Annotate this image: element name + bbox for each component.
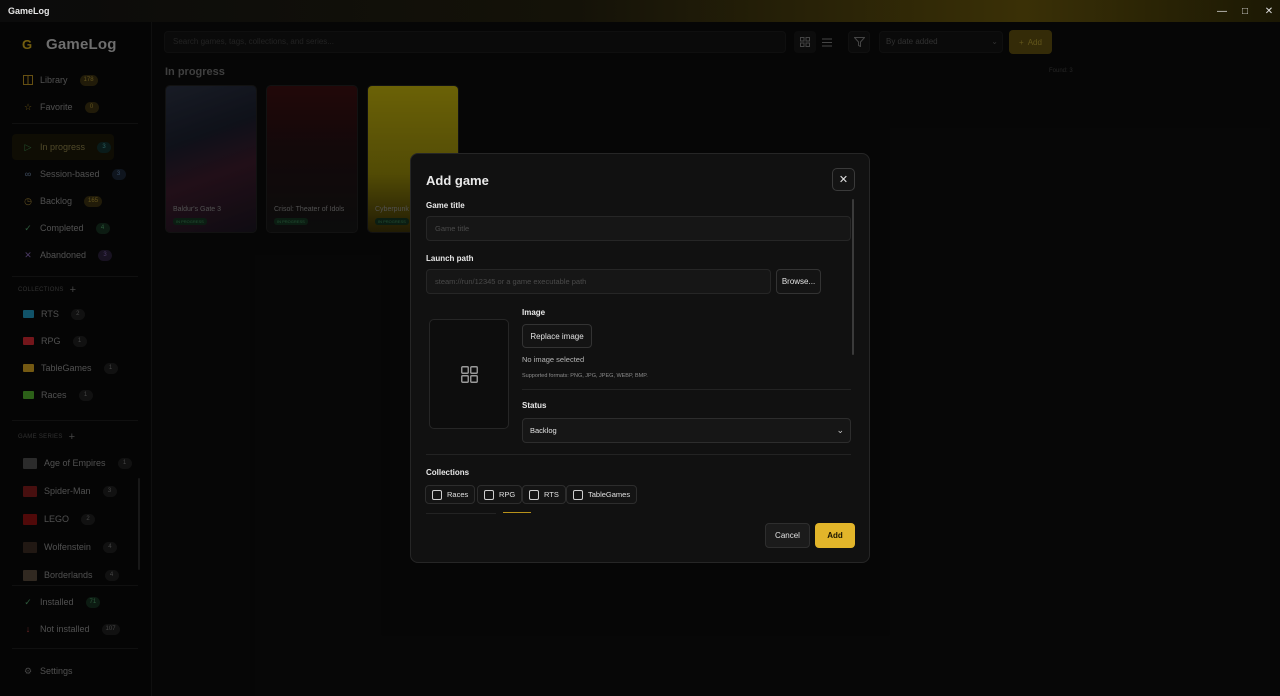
window-title: GameLog bbox=[8, 6, 50, 16]
checkbox[interactable] bbox=[573, 489, 583, 500]
divider bbox=[426, 454, 851, 455]
cancel-button[interactable]: Cancel bbox=[765, 523, 810, 548]
chip-label: Races bbox=[447, 490, 469, 499]
collection-chip-races[interactable]: Races bbox=[425, 485, 476, 504]
status-label: Status bbox=[522, 401, 547, 410]
image-label: Image bbox=[522, 308, 546, 317]
replace-image-button[interactable]: Replace image bbox=[522, 324, 592, 348]
confirm-add-button[interactable]: Add bbox=[815, 523, 855, 548]
scroll-indicator bbox=[503, 512, 531, 513]
image-placeholder-icon bbox=[460, 365, 478, 383]
no-image-text: No image selected bbox=[522, 355, 585, 364]
chip-label: RPG bbox=[499, 490, 516, 499]
status-value: Backlog bbox=[530, 426, 557, 435]
divider bbox=[426, 513, 496, 514]
collection-chip-rpg[interactable]: RPG bbox=[477, 485, 523, 504]
close-dialog-button[interactable]: ✕ bbox=[832, 168, 855, 191]
chevron-down-icon: ⌄ bbox=[836, 425, 844, 435]
game-title-label: Game title bbox=[426, 201, 465, 210]
chip-label: TableGames bbox=[588, 490, 631, 499]
close-window-button[interactable]: ✕ bbox=[1256, 0, 1280, 22]
maximize-button[interactable]: □ bbox=[1232, 0, 1258, 22]
checkbox[interactable] bbox=[484, 489, 494, 500]
launch-path-input[interactable]: steam://run/12345 or a game executable p… bbox=[426, 269, 771, 294]
divider bbox=[522, 389, 851, 390]
title-bar: GameLog — □ ✕ bbox=[0, 0, 1280, 22]
game-title-input[interactable]: Game title bbox=[426, 216, 851, 241]
collection-chip-tablegames[interactable]: TableGames bbox=[566, 485, 638, 504]
checkbox[interactable] bbox=[529, 489, 539, 500]
status-select[interactable]: Backlog ⌄ bbox=[522, 418, 851, 443]
close-icon: ✕ bbox=[838, 174, 849, 186]
launch-path-label: Launch path bbox=[426, 254, 474, 263]
dialog-title: Add game bbox=[426, 173, 489, 188]
image-preview bbox=[429, 319, 509, 429]
checkbox[interactable] bbox=[432, 489, 442, 500]
dialog-scrollbar[interactable] bbox=[852, 199, 854, 355]
supported-formats-text: Supported formats: PNG, JPG, JPEG, WEBP,… bbox=[522, 373, 648, 379]
collection-chip-rts[interactable]: RTS bbox=[522, 485, 566, 504]
browse-button[interactable]: Browse... bbox=[776, 269, 821, 294]
collections-label: Collections bbox=[426, 468, 470, 477]
add-game-dialog: Add game ✕ Game title Game title Launch … bbox=[410, 153, 870, 563]
chip-label: RTS bbox=[544, 490, 559, 499]
